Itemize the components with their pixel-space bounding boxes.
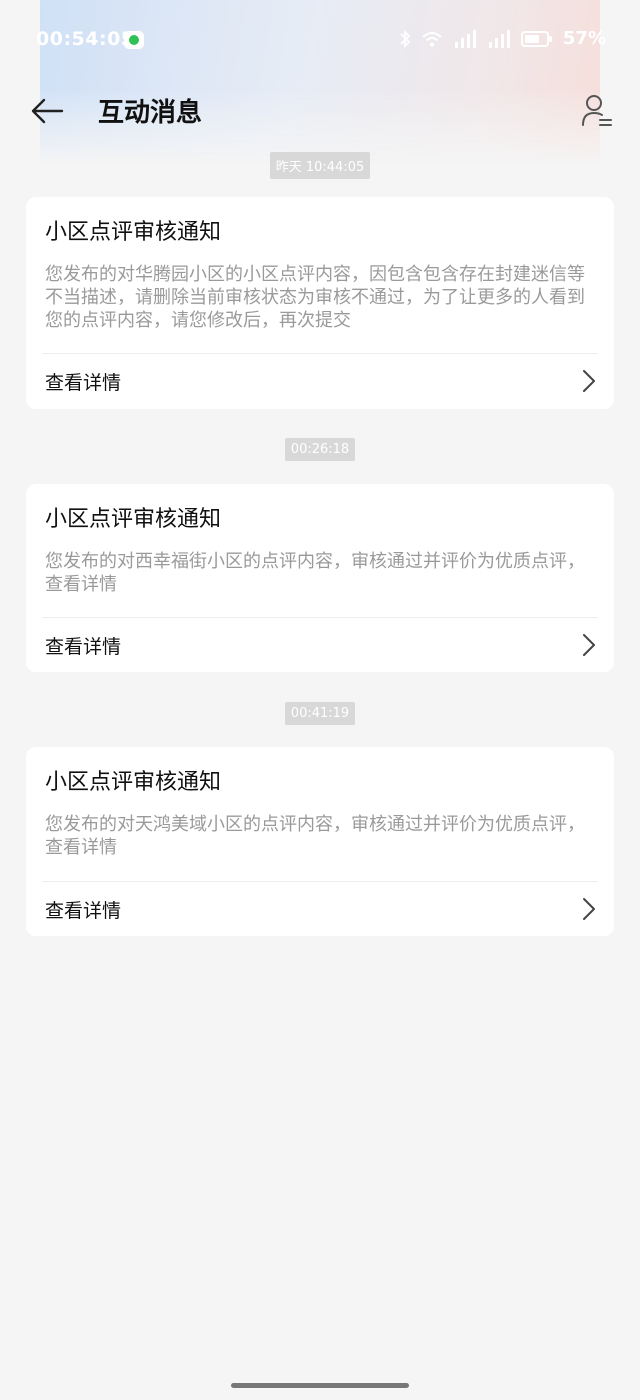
user-settings-button[interactable] (580, 93, 614, 129)
page-title: 互动消息 (98, 98, 203, 128)
app-header: 互动消息 (0, 80, 640, 144)
message-body: 您发布的对西幸福街小区的点评内容，审核通过并评价为优质点评，查看详情 (45, 551, 585, 595)
status-bar: 00:54:05 57% (0, 0, 640, 80)
battery-icon (520, 30, 552, 47)
bluetooth-icon (400, 29, 411, 48)
timestamp-label: 00:41:19 (284, 702, 356, 725)
back-button[interactable] (30, 94, 66, 128)
chevron-right-icon (583, 634, 595, 656)
message-timestamp: 00:26:18 (0, 438, 640, 461)
battery-percentage: 57% (562, 28, 606, 49)
message-card: 小区点评审核通知 您发布的对华腾园小区的小区点评内容，因包含包含存在封建迷信等不… (26, 197, 614, 409)
message-card: 小区点评审核通知 您发布的对西幸福街小区的点评内容，审核通过并评价为优质点评，查… (26, 484, 614, 672)
view-details-label: 查看详情 (45, 372, 122, 394)
timestamp-label: 00:26:18 (284, 438, 356, 461)
message-title: 小区点评审核通知 (45, 770, 222, 795)
chevron-right-icon (583, 898, 595, 920)
signal-icon (488, 29, 510, 48)
status-time: 00:54:05 (36, 28, 135, 50)
message-title: 小区点评审核通知 (45, 220, 222, 245)
home-indicator[interactable] (231, 1383, 409, 1388)
user-settings-icon (582, 95, 612, 126)
view-details-button[interactable]: 查看详情 (26, 882, 614, 936)
chevron-right-icon (583, 370, 595, 392)
signal-icon (454, 29, 476, 48)
message-body: 您发布的对天鸿美域小区的点评内容，审核通过并评价为优质点评，查看详情 (45, 814, 585, 858)
message-timestamp: 00:41:19 (0, 702, 640, 725)
arrow-left-icon (31, 98, 64, 124)
wechat-app-icon (124, 31, 144, 49)
message-timestamp: 昨天 10:44:05 (0, 152, 640, 179)
status-icons: 57% (399, 28, 606, 49)
view-details-button[interactable]: 查看详情 (26, 354, 614, 409)
timestamp-label: 昨天 10:44:05 (269, 152, 371, 179)
view-details-button[interactable]: 查看详情 (26, 618, 614, 672)
wifi-icon (422, 31, 442, 46)
view-details-label: 查看详情 (45, 636, 122, 658)
message-body: 您发布的对华腾园小区的小区点评内容，因包含包含存在封建迷信等不当描述，请删除当前… (45, 264, 585, 331)
view-details-label: 查看详情 (45, 900, 122, 922)
message-card: 小区点评审核通知 您发布的对天鸿美域小区的点评内容，审核通过并评价为优质点评，查… (26, 747, 614, 936)
message-title: 小区点评审核通知 (45, 507, 222, 532)
